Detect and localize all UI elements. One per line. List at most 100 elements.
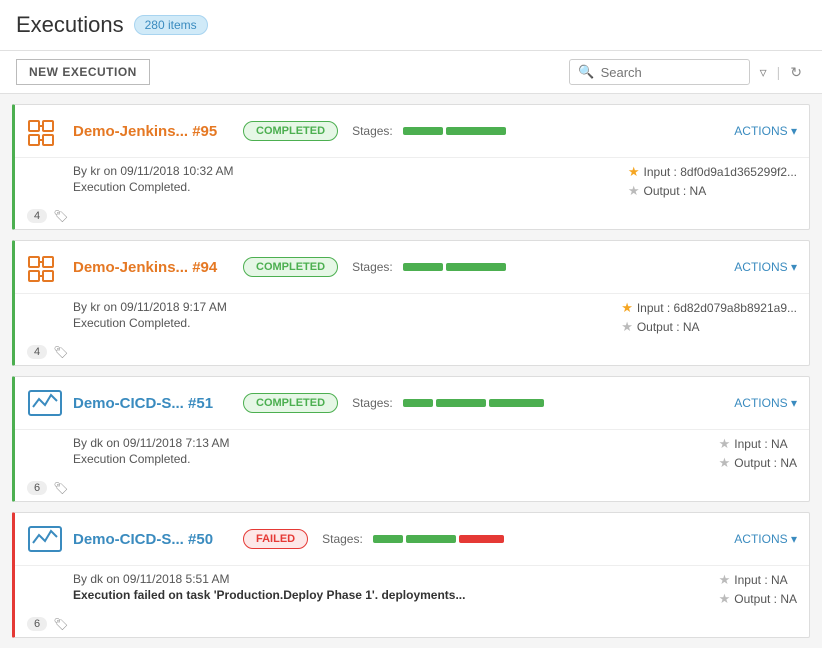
card-footer: 6🏷 — [15, 615, 809, 637]
input-value: Input : 8df0d9a1d365299f2... — [644, 165, 797, 179]
execution-card-exec-50: Demo-CICD-S... #50 FAILED Stages: ACTIONS ▾… — [12, 512, 810, 638]
exec-card-body: By dk on 09/11/2018 5:51 AM Execution fai… — [15, 566, 809, 615]
tag-count: 6 — [27, 481, 47, 495]
toolbar: NEW EXECUTION 🔍 ▿ | ↻ — [0, 51, 822, 94]
output-star-icon[interactable]: ★ — [719, 591, 731, 607]
tag-count: 4 — [27, 209, 47, 223]
status-badge: COMPLETED — [243, 257, 338, 277]
exec-meta: By kr on 09/11/2018 9:17 AM Execution Com… — [27, 300, 227, 330]
page-header: Executions 280 items — [0, 0, 822, 51]
stage-bar-0 — [403, 263, 443, 271]
card-footer: 6🏷 — [15, 479, 809, 501]
stage-bars — [403, 263, 506, 271]
input-row: ★ Input : 8df0d9a1d365299f2... — [628, 164, 797, 180]
exec-message: Execution Completed. — [73, 180, 234, 194]
output-value: Output : NA — [734, 592, 797, 606]
exec-meta: By kr on 09/11/2018 10:32 AM Execution Co… — [27, 164, 234, 194]
stage-bar-1 — [406, 535, 456, 543]
stages-section: Stages: — [352, 124, 506, 138]
exec-by: By kr on 09/11/2018 10:32 AM — [73, 164, 234, 178]
new-execution-button[interactable]: NEW EXECUTION — [16, 59, 150, 85]
output-value: Output : NA — [637, 320, 700, 334]
stages-label: Stages: — [352, 396, 393, 410]
stages-section: Stages: — [352, 396, 544, 410]
stages-label: Stages: — [352, 124, 393, 138]
items-count-badge: 280 items — [134, 15, 208, 35]
stages-section: Stages: — [322, 532, 504, 546]
input-star-icon[interactable]: ★ — [621, 300, 633, 316]
actions-button[interactable]: ACTIONS ▾ — [734, 532, 797, 546]
stage-bars — [403, 399, 544, 407]
stage-bar-2 — [459, 535, 504, 543]
toolbar-right: 🔍 ▿ | ↻ — [569, 59, 806, 85]
tag-count: 4 — [27, 345, 47, 359]
output-row: ★ Output : NA — [621, 319, 699, 335]
input-value: Input : NA — [734, 437, 787, 451]
exec-card-top: Demo-Jenkins... #94 COMPLETED Stages: ACTIO… — [15, 241, 809, 294]
actions-button[interactable]: ACTIONS ▾ — [734, 124, 797, 138]
tag-icon: 🏷 — [53, 617, 68, 631]
exec-name: Demo-CICD-S... #51 — [73, 395, 233, 412]
divider: | — [777, 64, 781, 80]
stages-section: Stages: — [352, 260, 506, 274]
refresh-icon[interactable]: ↻ — [786, 62, 806, 83]
exec-by: By dk on 09/11/2018 5:51 AM — [73, 572, 465, 586]
output-star-icon[interactable]: ★ — [719, 455, 731, 471]
executions-list: Demo-Jenkins... #95COMPLETEDStages:ACTIO… — [0, 94, 822, 648]
input-row: ★Input : NA — [719, 572, 788, 588]
stage-bar-0 — [403, 127, 443, 135]
page-title: Executions — [16, 12, 124, 38]
cicd-icon — [27, 521, 63, 557]
input-row: ★Input : NA — [719, 436, 788, 452]
exec-io: ★ Input : 6d82d079a8b8921a9... ★ Output : N… — [621, 300, 797, 335]
jenkins-icon — [27, 113, 63, 149]
status-badge: FAILED — [243, 529, 308, 549]
input-star-icon[interactable]: ★ — [628, 164, 640, 180]
exec-message: Execution Completed. — [73, 316, 227, 330]
output-row: ★Output : NA — [719, 455, 797, 471]
input-star-icon[interactable]: ★ — [719, 436, 731, 452]
actions-button[interactable]: ACTIONS ▾ — [734, 260, 797, 274]
output-value: Output : NA — [734, 456, 797, 470]
cicd-icon — [27, 385, 63, 421]
stage-bar-1 — [446, 263, 506, 271]
stage-bar-1 — [436, 399, 486, 407]
stage-bars — [403, 127, 506, 135]
output-value: Output : NA — [644, 184, 707, 198]
exec-card-top: Demo-CICD-S... #50 FAILED Stages: ACTIONS ▾ — [15, 513, 809, 566]
output-star-icon[interactable]: ★ — [621, 319, 633, 335]
exec-card-body: By kr on 09/11/2018 10:32 AM Execution Co… — [15, 158, 809, 207]
stage-bar-0 — [373, 535, 403, 543]
exec-meta: By dk on 09/11/2018 5:51 AM Execution fai… — [27, 572, 465, 602]
exec-io: ★ Input : 8df0d9a1d365299f2... ★ Output : N… — [628, 164, 797, 199]
output-star-icon[interactable]: ★ — [628, 183, 640, 199]
tag-count: 6 — [27, 617, 47, 631]
input-row: ★ Input : 6d82d079a8b8921a9... — [621, 300, 797, 316]
search-input[interactable] — [601, 65, 741, 80]
exec-by: By dk on 09/11/2018 7:13 AM — [73, 436, 230, 450]
tag-icon: 🏷 — [53, 209, 68, 223]
exec-card-body: By kr on 09/11/2018 9:17 AM Execution Com… — [15, 294, 809, 343]
exec-card-top: Demo-Jenkins... #95COMPLETEDStages:ACTIO… — [15, 105, 809, 158]
input-star-icon[interactable]: ★ — [719, 572, 731, 588]
stages-label: Stages: — [322, 532, 363, 546]
exec-meta: By dk on 09/11/2018 7:13 AM Execution Com… — [27, 436, 230, 466]
exec-io: ★Input : NA★Output : NA — [719, 572, 797, 607]
actions-button[interactable]: ACTIONS ▾ — [734, 396, 797, 410]
stage-bar-1 — [446, 127, 506, 135]
output-row: ★ Output : NA — [628, 183, 706, 199]
input-value: Input : 6d82d079a8b8921a9... — [637, 301, 797, 315]
exec-message: Execution Completed. — [73, 452, 230, 466]
exec-message: Execution failed on task 'Production.Dep… — [73, 588, 465, 602]
stages-label: Stages: — [352, 260, 393, 274]
status-badge: COMPLETED — [243, 393, 338, 413]
filter-icon[interactable]: ▿ — [756, 62, 771, 83]
stage-bar-0 — [403, 399, 433, 407]
exec-by: By kr on 09/11/2018 9:17 AM — [73, 300, 227, 314]
exec-name: Demo-CICD-S... #50 — [73, 531, 233, 548]
input-value: Input : NA — [734, 573, 787, 587]
exec-name: Demo-Jenkins... #94 — [73, 259, 233, 276]
execution-card-exec-94: Demo-Jenkins... #94 COMPLETED Stages: ACTIO… — [12, 240, 810, 366]
status-badge: COMPLETED — [243, 121, 338, 141]
search-box: 🔍 — [569, 59, 749, 85]
